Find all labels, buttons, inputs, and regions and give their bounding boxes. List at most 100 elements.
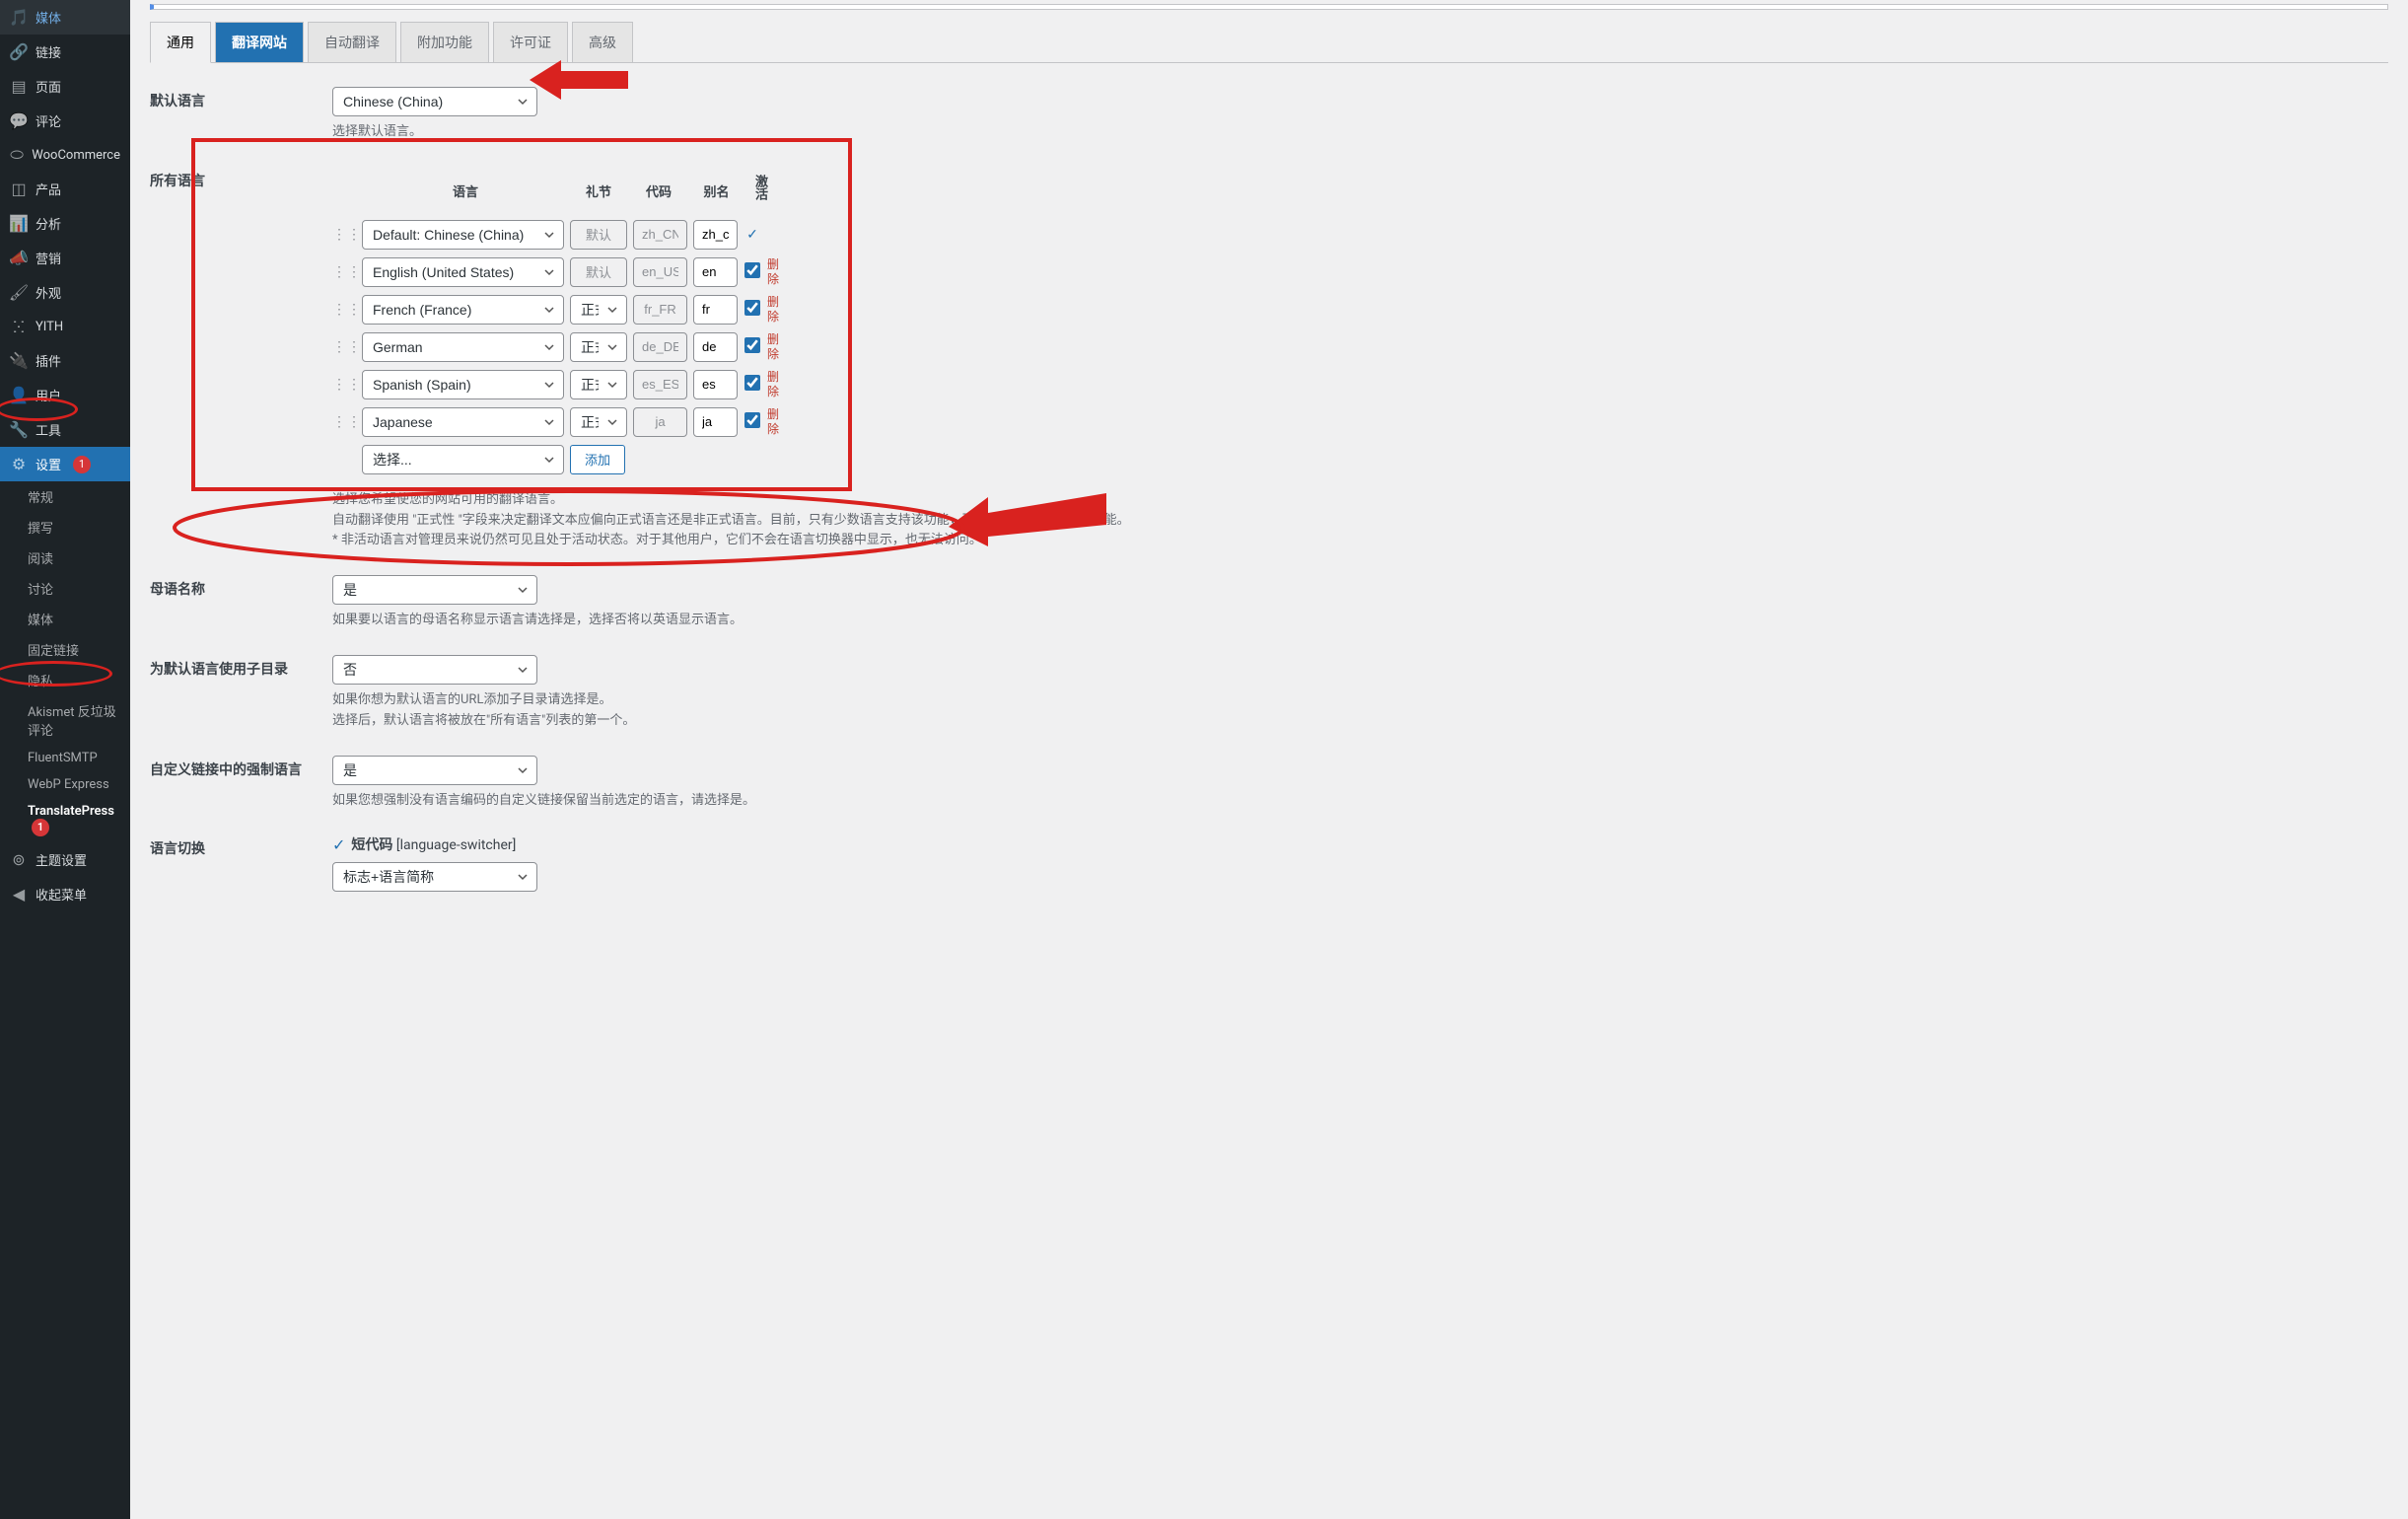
submenu-privacy[interactable]: 隐私	[0, 665, 130, 695]
sidebar-item-media[interactable]: 🎵媒体	[0, 0, 130, 35]
tab-addons[interactable]: 附加功能	[400, 22, 489, 62]
code-5	[633, 407, 687, 437]
formality-2[interactable]: 正式	[570, 295, 627, 325]
delete-link-5[interactable]: 删除	[767, 407, 787, 436]
lang-select-0[interactable]: Default: Chinese (China)	[362, 220, 564, 250]
notice-bar	[150, 4, 2388, 10]
sidebar-item-woocommerce[interactable]: ⬭WooCommerce	[0, 138, 130, 172]
tab-license[interactable]: 许可证	[493, 22, 568, 62]
col-header-alias: 别名	[689, 181, 744, 200]
drag-handle-icon[interactable]: ⋮⋮	[332, 264, 356, 280]
sidebar-item-products[interactable]: ◫产品	[0, 172, 130, 206]
formality-0	[570, 220, 627, 250]
lang-select-2[interactable]: French (France)	[362, 295, 564, 325]
submenu-webpexpress[interactable]: WebP Express	[0, 771, 130, 798]
add-lang-button[interactable]: 添加	[570, 445, 625, 474]
deepl-link[interactable]: DeepL	[1014, 513, 1050, 528]
submenu-translatepress[interactable]: TranslatePress1	[0, 798, 130, 842]
formality-3[interactable]: 正式	[570, 332, 627, 362]
alias-3[interactable]	[693, 332, 738, 362]
formality-1	[570, 257, 627, 287]
all-langs-helper-1: 选择您希望使您的网站可用的翻译语言。	[332, 490, 2388, 511]
collapse-icon: ◀	[10, 886, 28, 904]
delete-link-3[interactable]: 删除	[767, 332, 787, 361]
sidebar-item-analytics[interactable]: 📊分析	[0, 206, 130, 241]
sidebar-item-yith[interactable]: ⵘYITH	[0, 310, 130, 343]
lang-row-es: ⋮⋮ Spanish (Spain) 正式 删除	[332, 366, 2388, 403]
native-name-select[interactable]: 是	[332, 575, 537, 605]
tab-general[interactable]: 通用	[150, 22, 211, 63]
sidebar-item-links[interactable]: 🔗链接	[0, 35, 130, 69]
lang-row-add: ⋮⋮ 选择... 添加	[332, 441, 2388, 478]
submenu-fluentsmtp[interactable]: FluentSMTP	[0, 745, 130, 771]
active-checkbox-4[interactable]	[744, 375, 760, 391]
sidebar-item-comments[interactable]: 💬评论	[0, 104, 130, 138]
active-checkbox-2[interactable]	[744, 300, 760, 316]
active-checkbox-5[interactable]	[744, 412, 760, 428]
subdir-select[interactable]: 否	[332, 655, 537, 685]
tab-translate-site[interactable]: 翻译网站	[215, 22, 304, 62]
delete-link-2[interactable]: 删除	[767, 295, 787, 324]
sidebar-item-pages[interactable]: ▤页面	[0, 69, 130, 104]
lang-row-fr: ⋮⋮ French (France) 正式 删除	[332, 291, 2388, 328]
add-lang-select[interactable]: 选择...	[362, 445, 564, 474]
code-3	[633, 332, 687, 362]
switcher-select[interactable]: 标志+语言简称	[332, 862, 537, 892]
submenu-reading[interactable]: 阅读	[0, 542, 130, 573]
formality-5[interactable]: 正式	[570, 407, 627, 437]
drag-handle-icon[interactable]: ⋮⋮	[332, 414, 356, 430]
active-check-0: ✓	[744, 227, 761, 243]
subdir-helper-1: 如果你想为默认语言的URL添加子目录请选择是。	[332, 690, 2388, 711]
theme-settings-icon: ⊚	[10, 851, 28, 869]
col-header-active: 激活	[744, 175, 769, 200]
all-langs-label: 所有语言	[150, 167, 332, 551]
active-checkbox-1[interactable]	[744, 262, 760, 278]
drag-handle-icon[interactable]: ⋮⋮	[332, 377, 356, 393]
delete-link-4[interactable]: 删除	[767, 370, 787, 398]
formality-4[interactable]: 正式	[570, 370, 627, 399]
sidebar-item-theme-settings[interactable]: ⊚主题设置	[0, 842, 130, 877]
translatepress-badge: 1	[32, 819, 49, 836]
alias-4[interactable]	[693, 370, 738, 399]
sidebar-item-plugins[interactable]: 🔌插件	[0, 343, 130, 378]
submenu-discussion[interactable]: 讨论	[0, 573, 130, 604]
tab-bar: 通用 翻译网站 自动翻译 附加功能 许可证 高级	[150, 22, 2388, 63]
code-2	[633, 295, 687, 325]
sidebar-item-collapse[interactable]: ◀收起菜单	[0, 877, 130, 911]
tab-advanced[interactable]: 高级	[572, 22, 633, 62]
alias-0[interactable]	[693, 220, 738, 250]
product-icon: ◫	[10, 181, 28, 198]
submenu-writing[interactable]: 撰写	[0, 512, 130, 542]
drag-handle-icon[interactable]: ⋮⋮	[332, 302, 356, 318]
checkmark-icon: ✓	[332, 835, 345, 854]
sidebar-item-appearance[interactable]: 🖌外观	[0, 275, 130, 310]
force-lang-select[interactable]: 是	[332, 756, 537, 785]
code-0	[633, 220, 687, 250]
sidebar-item-settings[interactable]: ⚙设置1	[0, 447, 130, 481]
lang-row-ja: ⋮⋮ Japanese 正式 删除	[332, 403, 2388, 441]
submenu-permalinks[interactable]: 固定链接	[0, 634, 130, 665]
delete-link-1[interactable]: 删除	[767, 257, 787, 286]
lang-select-3[interactable]: German	[362, 332, 564, 362]
switcher-label: 语言切换	[150, 834, 332, 892]
sidebar-item-users[interactable]: 👤用户	[0, 378, 130, 412]
shortcode-label: 短代码 [language-switcher]	[351, 834, 516, 854]
drag-handle-icon[interactable]: ⋮⋮	[332, 339, 356, 355]
submenu-akismet[interactable]: Akismet 反垃圾评论	[0, 695, 130, 745]
lang-select-5[interactable]: Japanese	[362, 407, 564, 437]
sidebar-item-marketing[interactable]: 📣营销	[0, 241, 130, 275]
sidebar-item-tools[interactable]: 🔧工具	[0, 412, 130, 447]
submenu-general[interactable]: 常规	[0, 481, 130, 512]
active-checkbox-3[interactable]	[744, 337, 760, 353]
alias-5[interactable]	[693, 407, 738, 437]
submenu-media[interactable]: 媒体	[0, 604, 130, 634]
lang-select-1[interactable]: English (United States)	[362, 257, 564, 287]
alias-2[interactable]	[693, 295, 738, 325]
alias-1[interactable]	[693, 257, 738, 287]
lang-select-4[interactable]: Spanish (Spain)	[362, 370, 564, 399]
default-lang-select[interactable]: Chinese (China)	[332, 87, 537, 116]
drag-handle-icon[interactable]: ⋮⋮	[332, 227, 356, 243]
tab-auto-translate[interactable]: 自动翻译	[308, 22, 396, 62]
code-1	[633, 257, 687, 287]
force-lang-label: 自定义链接中的强制语言	[150, 756, 332, 812]
